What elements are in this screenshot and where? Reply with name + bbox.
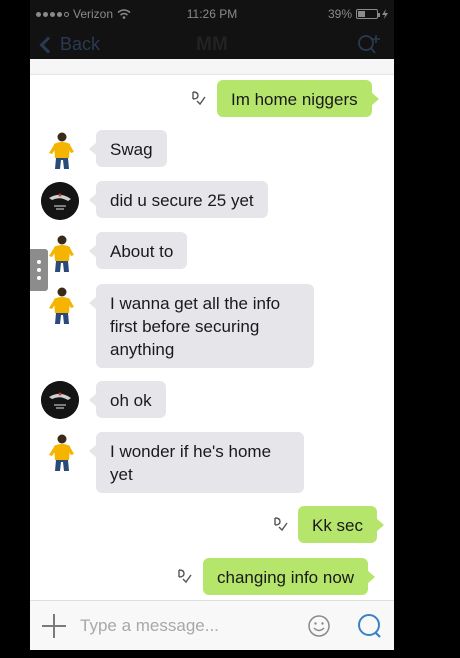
message-bubble-incoming[interactable]: did u secure 25 yet [89,181,268,218]
message-bubble-incoming[interactable]: I wonder if he's home yet [89,432,304,493]
battery-percent: 39% [327,7,352,21]
message-text: About to [110,242,174,261]
message-text: Kk sec [312,516,364,535]
conversation-title: MM [196,34,228,55]
message-text: oh ok [110,391,152,410]
contact-avatar-b[interactable] [41,381,79,419]
read-receipt-icon [274,517,288,532]
message-text: did u secure 25 yet [110,191,254,210]
message-text: I wanna get all the info first before se… [110,294,281,359]
status-bar: Verizon 11:26 PM 39% [30,0,394,26]
contact-avatar-a[interactable] [46,234,76,274]
message-text: changing info now [217,568,355,587]
top-bar: Verizon 11:26 PM 39% Back MM [30,0,394,59]
read-receipt-icon [192,91,206,106]
message-bubble-outgoing[interactable]: Im home niggers [217,80,379,117]
drag-handle[interactable] [30,249,48,291]
battery-icon [356,9,380,19]
message-text: Swag [110,140,153,159]
message-input[interactable] [80,613,290,639]
message-bubble-incoming[interactable]: oh ok [89,381,166,418]
header-divider [30,59,394,75]
add-contact-icon[interactable] [356,34,382,56]
message-text: Im home niggers [231,90,358,109]
message-input-bar [30,600,394,650]
chat-screen: Verizon 11:26 PM 39% Back MM Im home nig… [30,0,394,658]
send-icon[interactable] [357,613,383,639]
contact-avatar-a[interactable] [46,433,76,473]
bottom-edge [30,650,394,658]
message-bubble-incoming[interactable]: Swag [89,130,167,167]
emoji-icon[interactable] [307,614,331,638]
charging-icon [382,9,388,19]
message-bubble-outgoing[interactable]: changing info now [203,558,376,595]
message-bubble-outgoing[interactable]: Kk sec [298,506,385,543]
navigation-bar: Back MM [30,30,394,59]
read-receipt-icon [178,569,192,584]
battery-group: 39% [328,7,388,21]
message-bubble-incoming[interactable]: About to [88,232,188,269]
message-text: I wonder if he's home yet [110,442,272,484]
contact-avatar-a[interactable] [46,131,76,171]
contact-avatar-a[interactable] [46,286,76,326]
plus-icon[interactable] [42,614,66,638]
contact-avatar-b[interactable] [41,182,79,220]
message-bubble-incoming[interactable]: I wanna get all the info first before se… [89,284,314,368]
